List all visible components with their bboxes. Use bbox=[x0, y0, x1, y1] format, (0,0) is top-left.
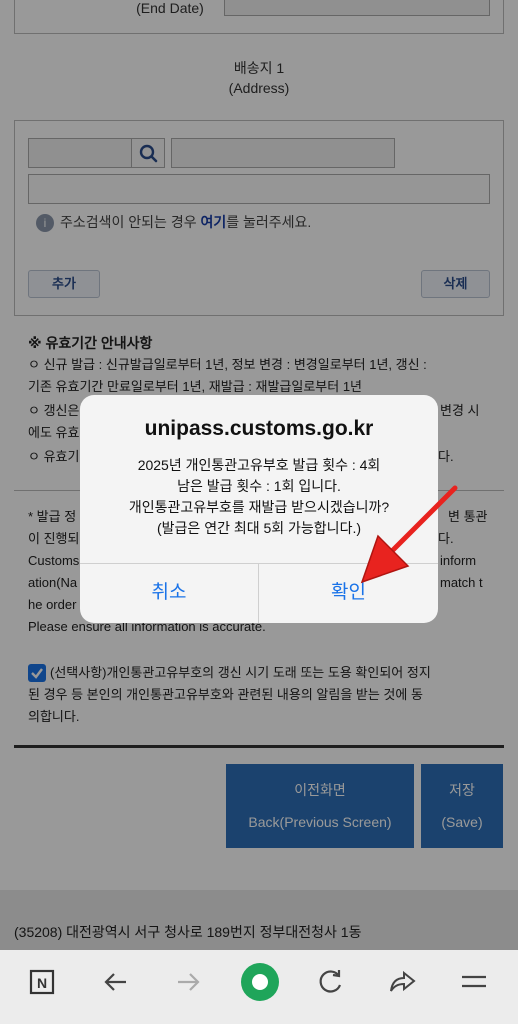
back-arrow-icon[interactable] bbox=[98, 964, 134, 1000]
svg-text:N: N bbox=[37, 975, 47, 991]
browser-toolbar: N bbox=[0, 950, 518, 1024]
dialog-line-1: 2025년 개인통관고유부호 발급 횟수 : 4회 bbox=[137, 457, 381, 473]
menu-icon[interactable] bbox=[456, 964, 492, 1000]
naver-n-icon[interactable]: N bbox=[24, 964, 60, 1000]
share-icon[interactable] bbox=[384, 964, 420, 1000]
forward-arrow-icon[interactable] bbox=[170, 964, 206, 1000]
dialog-title: unipass.customs.go.kr bbox=[144, 417, 374, 440]
annotation-arrow-icon bbox=[360, 485, 458, 584]
home-circle-icon[interactable] bbox=[239, 961, 281, 1003]
cancel-button[interactable]: 취소 bbox=[80, 564, 259, 623]
refresh-icon[interactable] bbox=[312, 964, 348, 1000]
